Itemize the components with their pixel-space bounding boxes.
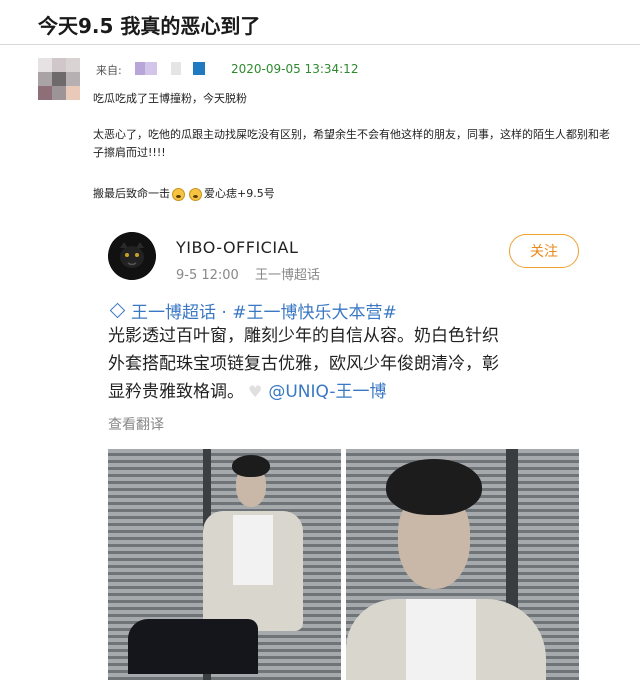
scared-face-icon bbox=[189, 187, 202, 201]
person-shirt bbox=[406, 599, 476, 680]
view-translation-link[interactable]: 查看翻译 bbox=[108, 414, 164, 434]
post-topic-tags[interactable]: 王一博超话 · #王一博快乐大本营# bbox=[108, 298, 397, 323]
comment-paragraph-1: 吃瓜吃成了王博撞粉，今天脱粉 bbox=[93, 92, 247, 105]
post-time: 9-5 12:00 bbox=[176, 268, 239, 283]
post-body-line-3-text: 显矜贵雅致格调。 bbox=[108, 382, 244, 402]
person-pants bbox=[128, 619, 258, 674]
scared-face-icon bbox=[172, 187, 185, 201]
post-photo-1[interactable] bbox=[108, 449, 341, 680]
panther-icon bbox=[108, 232, 156, 280]
post-body-line-2: 外套搭配珠宝项链复古优雅，欧风少年俊朗清冷，彰 bbox=[108, 354, 499, 374]
person-hair bbox=[232, 455, 270, 477]
post-tags-text[interactable]: 王一博超话 · #王一博快乐大本营# bbox=[131, 298, 397, 323]
title-divider bbox=[0, 44, 640, 45]
post-photo-2[interactable] bbox=[346, 449, 579, 680]
post-body-line-1: 光影透过百叶窗，雕刻少年的自信从容。奶白色针织 bbox=[108, 326, 499, 346]
comment-paragraph-2: 太恶心了，吃他的瓜跟主动找屎吃没有区别，希望余生不会有他这样的朋友，同事，这样的… bbox=[93, 128, 610, 159]
person-shirt bbox=[233, 515, 273, 585]
source-redacted bbox=[135, 62, 205, 75]
person-hair bbox=[386, 459, 482, 515]
author-avatar[interactable] bbox=[108, 232, 156, 280]
page-title: 今天9.5 我真的恶心到了 bbox=[38, 14, 261, 38]
post-body: 光影透过百叶窗，雕刻少年的自信从容。奶白色针织 外套搭配珠宝项链复古优雅，欧风少… bbox=[108, 322, 578, 406]
post-body-line-3: 显矜贵雅致格调。 ♥ @UNIQ-王一博 bbox=[108, 378, 578, 406]
diamond-icon bbox=[109, 302, 126, 319]
post-meta: 9-5 12:00 王一博超话 bbox=[176, 264, 332, 283]
source-label: 来自: bbox=[96, 64, 122, 77]
user-avatar-pixelated[interactable] bbox=[38, 58, 80, 100]
comment-paragraph-3: 搬最后致命一击 爱心痣+9.5号 bbox=[93, 185, 613, 203]
mention-link[interactable]: @UNIQ-王一博 bbox=[268, 382, 386, 402]
comment-p3-text-a: 搬最后致命一击 bbox=[93, 187, 170, 200]
follow-button[interactable]: 关注 bbox=[509, 234, 579, 268]
post-source[interactable]: 王一博超话 bbox=[255, 268, 320, 283]
white-heart-icon: ♥ bbox=[248, 382, 263, 401]
post-timestamp: 2020-09-05 13:34:12 bbox=[231, 62, 359, 76]
comment-p3-text-b: 爱心痣+9.5号 bbox=[204, 187, 275, 200]
post-author-name[interactable]: YIBO-OFFICIAL bbox=[176, 238, 298, 257]
